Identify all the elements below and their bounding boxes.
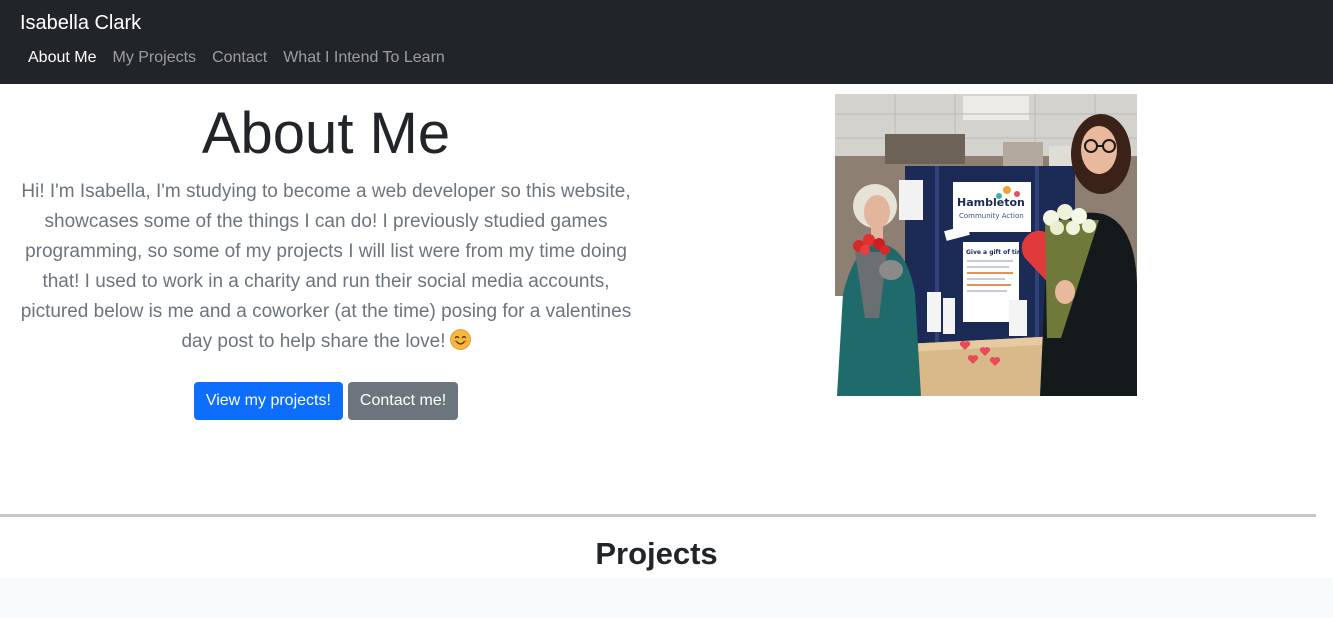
- nav-link-what-i-intend-to-learn[interactable]: What I Intend To Learn: [275, 47, 453, 69]
- about-photo: Hambleton Community Action Give a gift o…: [835, 94, 1137, 396]
- view-projects-button[interactable]: View my projects!: [193, 382, 343, 420]
- nav-links: About Me My Projects Contact What I Inte…: [20, 47, 453, 69]
- nav-link-contact[interactable]: Contact: [204, 47, 275, 69]
- projects-heading: Projects: [595, 536, 718, 571]
- projects-section: [0, 578, 1333, 618]
- smiling-face-icon: [449, 329, 471, 360]
- navbar-brand[interactable]: Isabella Clark: [20, 11, 141, 35]
- about-title: About Me: [201, 101, 451, 166]
- navbar: Isabella Clark About Me My Projects Cont…: [0, 0, 1333, 84]
- about-section: About Me Hi! I'm Isabella, I'm studying …: [14, 95, 638, 420]
- svg-text:Community Action: Community Action: [959, 212, 1024, 220]
- svg-text:Hambleton: Hambleton: [957, 196, 1025, 209]
- about-text: Hi! I'm Isabella, I'm studying to become…: [14, 177, 638, 360]
- nav-link-my-projects[interactable]: My Projects: [104, 47, 204, 69]
- section-divider: [0, 514, 1316, 517]
- nav-link-about-me[interactable]: About Me: [20, 47, 104, 69]
- about-buttons: View my projects! Contact me!: [14, 382, 638, 420]
- svg-text:Give a gift of time: Give a gift of time: [966, 249, 1027, 256]
- about-text-body: Hi! I'm Isabella, I'm studying to become…: [20, 181, 632, 352]
- contact-me-button[interactable]: Contact me!: [347, 382, 459, 420]
